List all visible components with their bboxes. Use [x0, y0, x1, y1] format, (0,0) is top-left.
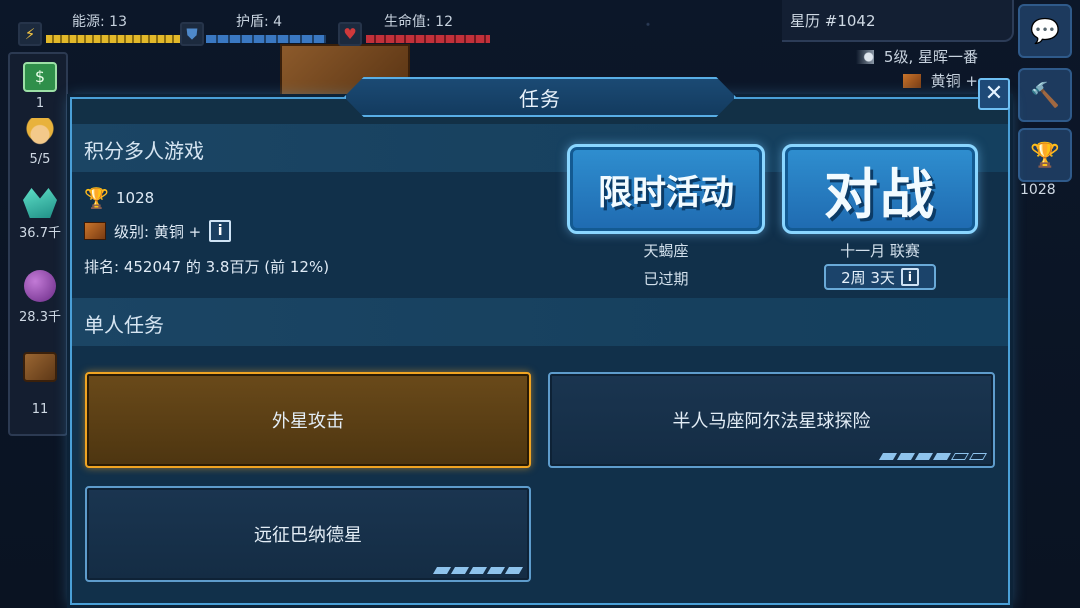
chat-button[interactable]: 💬: [1018, 4, 1072, 58]
progress-pip: [468, 567, 488, 574]
energy-stat: 能源: 13 ⚡: [18, 8, 186, 46]
single-player-section-header: 单人任务: [72, 298, 1008, 346]
dialog-title: 任务: [519, 86, 561, 111]
resource-rail: $ 1 5/5 36.7千 28.3千 11: [8, 52, 68, 436]
mission-card-alien-attack[interactable]: 外星攻击: [85, 372, 531, 468]
lightning-icon: ⚡: [18, 22, 42, 46]
hammer-icon: 🔨: [1030, 81, 1060, 109]
progress-pip: [932, 453, 952, 460]
progress-pip: [896, 453, 916, 460]
player-league-text: 黄铜 +: [930, 72, 978, 90]
rank-text: 排名: 452047 的 3.8百万 (前 12%): [84, 258, 330, 276]
close-icon: ✕: [984, 81, 1004, 106]
trophy-score-line: 🏆 1028: [84, 186, 154, 210]
crate-icon: [23, 352, 57, 382]
health-bar: [366, 35, 490, 43]
player-league-line: 黄铜 +: [902, 70, 978, 91]
mission-progress: [432, 567, 524, 574]
resource-crystals[interactable]: 36.7千: [10, 188, 70, 241]
league-text: 级别: 黄铜 +: [114, 222, 202, 241]
limited-event-button[interactable]: 限时活动: [567, 144, 765, 234]
league-badge-icon: [902, 74, 921, 88]
shield-label: 护盾: 4: [236, 14, 283, 30]
mission-card-barnard-star[interactable]: 远征巴纳德星: [85, 486, 531, 582]
event-name: 天蝎座: [643, 242, 689, 260]
chat-icon: 💬: [1030, 17, 1060, 45]
stardate-text: 星历 #1042: [790, 12, 876, 30]
player-rank-line: 5级, 星晖一番: [855, 46, 978, 67]
stardate-panel: 星历 #1042: [782, 0, 1014, 42]
battle-label: 对战: [824, 162, 936, 226]
resource-crew-value: 5/5: [29, 152, 51, 167]
shield-bar: [206, 35, 326, 43]
heart-icon: ♥: [338, 22, 362, 46]
shield-stat: 护盾: 4 ⛊: [180, 8, 330, 46]
rank-line: 排名: 452047 的 3.8百万 (前 12%): [84, 256, 329, 277]
limited-event-label: 限时活动: [598, 172, 734, 213]
trophy-icon: 🏆: [84, 186, 109, 210]
resource-money[interactable]: $ 1: [10, 62, 70, 111]
league-info-button[interactable]: i: [209, 220, 232, 242]
progress-pip: [878, 453, 898, 460]
mission-card-alpha-centauri[interactable]: 半人马座阿尔法星球探险: [548, 372, 995, 468]
resource-cargo-value: 11: [31, 402, 49, 417]
close-button[interactable]: ✕: [978, 78, 1010, 110]
info-icon: i: [900, 268, 919, 286]
mission-name: 半人马座阿尔法星球探险: [672, 411, 871, 432]
single-player-heading: 单人任务: [84, 313, 164, 337]
mission-progress: [878, 453, 988, 460]
trophy-icon: 🏆: [1030, 141, 1060, 169]
league-badge-icon: [84, 222, 106, 240]
mission-name: 远征巴纳德星: [254, 525, 362, 546]
energy-bar: [46, 35, 186, 43]
planet-icon: [24, 270, 56, 302]
resource-planet-value: 28.3千: [19, 310, 61, 325]
league-line: 级别: 黄铜 + i: [84, 220, 232, 242]
resource-cargo[interactable]: 11: [10, 352, 70, 417]
progress-pip: [486, 567, 506, 574]
shield-icon: ⛊: [180, 22, 204, 46]
resource-money-value: 1: [35, 96, 45, 111]
player-rank-text: 5级, 星晖一番: [883, 48, 978, 66]
energy-label: 能源: 13: [72, 14, 127, 30]
progress-pip: [968, 453, 988, 460]
progress-pip: [450, 567, 470, 574]
progress-pip: [914, 453, 934, 460]
resource-planet[interactable]: 28.3千: [10, 270, 70, 325]
battle-button[interactable]: 对战: [782, 144, 978, 234]
hud-status-bar: 能源: 13 ⚡ 护盾: 4 ⛊ 生命值: 12 ♥: [0, 0, 780, 46]
progress-pip: [432, 567, 452, 574]
multiplayer-heading: 积分多人游戏: [84, 139, 204, 163]
league-season: 十一月 联赛: [840, 242, 920, 260]
crew-icon: [23, 118, 57, 148]
build-button[interactable]: 🔨: [1018, 68, 1072, 122]
trophy-button[interactable]: 🏆: [1018, 128, 1072, 182]
money-icon: $: [23, 62, 57, 92]
dialog-title-tab: 任务: [344, 77, 736, 117]
trophy-score: 1028: [116, 189, 155, 207]
health-stat: 生命值: 12 ♥: [338, 8, 498, 46]
crystal-icon: [23, 188, 57, 218]
progress-pip: [950, 453, 970, 460]
league-timer-badge[interactable]: 2周 3天 i: [824, 264, 936, 290]
progress-pip: [504, 567, 524, 574]
health-label: 生命值: 12: [384, 14, 453, 30]
trophy-count: 1028: [1020, 182, 1056, 198]
mission-name: 外星攻击: [272, 411, 344, 432]
comet-icon: [855, 50, 874, 64]
resource-crew[interactable]: 5/5: [10, 118, 70, 167]
league-timer: 2周 3天: [841, 268, 895, 287]
event-status: 已过期: [643, 270, 689, 288]
resource-crystals-value: 36.7千: [19, 226, 61, 241]
